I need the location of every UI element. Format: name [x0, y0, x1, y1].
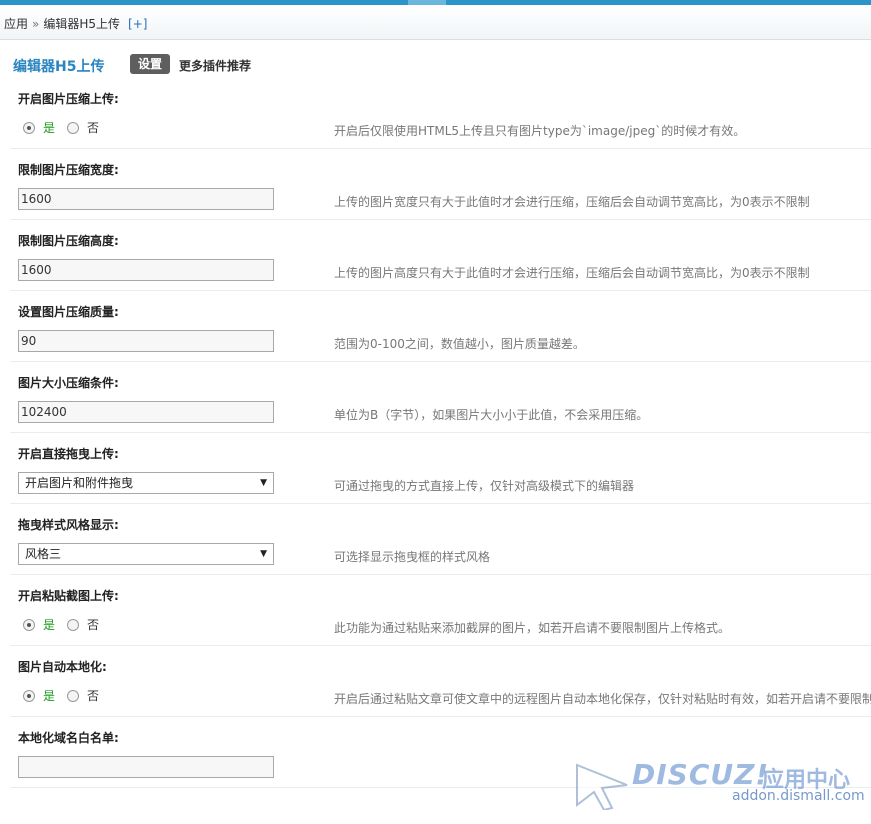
setting-field: 是否: [18, 685, 111, 705]
row-divider-right: [326, 432, 871, 433]
watermark-brand: DISCUZ!: [632, 758, 770, 791]
setting-label: 开启图片压缩上传:: [18, 92, 119, 106]
setting-hint: 上传的图片宽度只有大于此值时才会进行压缩，压缩后会自动调节宽高比，为0表示不限制: [334, 195, 810, 209]
breadcrumb-current: 编辑器H5上传: [43, 17, 121, 31]
watermark-logo: DISCUZ! 应用中心 addon.dismall.com: [572, 752, 865, 816]
radio-no-label[interactable]: 否: [87, 121, 99, 135]
settings-row: 开启直接拖曳上传: 开启图片和附件拖曳 ▼ 可通过拖曳的方式直接上传，仅针对高级模式下…: [0, 445, 871, 516]
setting-text-input[interactable]: 1600: [18, 188, 274, 210]
setting-field: 1600: [18, 259, 274, 281]
setting-label: 图片自动本地化:: [18, 660, 107, 674]
row-divider: [10, 290, 326, 291]
row-divider-right: [326, 148, 871, 149]
radio-no-label[interactable]: 否: [87, 618, 99, 632]
setting-radio-group: 是否: [18, 687, 111, 707]
setting-field: 102400: [18, 401, 274, 423]
setting-text-input[interactable]: [18, 756, 274, 778]
radio-yes[interactable]: [23, 618, 35, 631]
breadcrumb-separator: »: [32, 17, 40, 31]
setting-hint: 可通过拖曳的方式直接上传，仅针对高级模式下的编辑器: [334, 479, 635, 493]
radio-yes-label[interactable]: 是: [43, 618, 55, 632]
dropdown-arrow-icon: ▼: [260, 549, 267, 559]
row-divider-right: [326, 645, 871, 646]
row-divider-right: [326, 574, 871, 575]
settings-row: 限制图片压缩宽度: 1600 上传的图片宽度只有大于此值时才会进行压缩，压缩后会自动…: [0, 161, 871, 232]
select-value: 开启图片和附件拖曳: [25, 476, 134, 490]
page-title: 编辑器H5上传: [13, 59, 105, 75]
setting-field: 开启图片和附件拖曳 ▼: [18, 472, 274, 494]
setting-label: 开启粘贴截图上传:: [18, 589, 119, 603]
row-divider-right: [326, 716, 871, 717]
setting-label: 开启直接拖曳上传:: [18, 447, 119, 461]
settings-row: 设置图片压缩质量: 90 范围为0-100之间，数值越小，图片质量越差。: [0, 303, 871, 374]
setting-hint: 范围为0-100之间，数值越小，图片质量越差。: [334, 337, 585, 351]
row-divider-right: [326, 361, 871, 362]
setting-field: 风格三 ▼: [18, 543, 274, 565]
watermark-url: addon.dismall.com: [732, 788, 865, 804]
setting-select[interactable]: 风格三 ▼: [18, 543, 274, 565]
tab-settings[interactable]: 设置: [130, 54, 170, 74]
setting-hint: 可选择显示拖曳框的样式风格: [334, 550, 491, 564]
radio-no-label[interactable]: 否: [87, 689, 99, 703]
breadcrumb-bar: 应用 » 编辑器H5上传 [+]: [0, 5, 871, 40]
setting-hint: 开启后通过粘贴文章可使文章中的远程图片自动本地化保存，仅针对粘贴时有效，如若开启…: [334, 692, 871, 706]
setting-select[interactable]: 开启图片和附件拖曳 ▼: [18, 472, 274, 494]
row-divider-right: [326, 219, 871, 220]
setting-field: 是否: [18, 614, 111, 634]
row-divider: [10, 645, 326, 646]
row-divider-right: [326, 503, 871, 504]
setting-text-input[interactable]: 90: [18, 330, 274, 352]
row-divider: [10, 148, 326, 149]
setting-hint: 此功能为通过粘贴来添加截屏的图片，如若开启请不要限制图片上传格式。: [334, 621, 731, 635]
radio-yes[interactable]: [23, 121, 35, 134]
settings-row: 图片大小压缩条件: 102400 单位为B（字节），如果图片大小小于此值，不会采用压…: [0, 374, 871, 445]
radio-yes-label[interactable]: 是: [43, 121, 55, 135]
setting-text-input[interactable]: 1600: [18, 259, 274, 281]
setting-field: 是否: [18, 117, 111, 137]
setting-radio-group: 是否: [18, 616, 111, 636]
radio-yes[interactable]: [23, 689, 35, 702]
row-divider-right: [326, 290, 871, 291]
radio-no[interactable]: [67, 121, 80, 134]
row-divider: [10, 574, 326, 575]
setting-label: 图片大小压缩条件:: [18, 376, 119, 390]
radio-no[interactable]: [67, 689, 80, 702]
settings-row: 图片自动本地化: 是否开启后通过粘贴文章可使文章中的远程图片自动本地化保存，仅针对…: [0, 658, 871, 729]
tab-more-plugins[interactable]: 更多插件推荐: [179, 57, 251, 74]
radio-yes-label[interactable]: 是: [43, 689, 55, 703]
setting-label: 限制图片压缩高度:: [18, 234, 119, 248]
setting-label: 设置图片压缩质量:: [18, 305, 119, 319]
setting-label: 限制图片压缩宽度:: [18, 163, 119, 177]
setting-field: 1600: [18, 188, 274, 210]
breadcrumb: 应用 » 编辑器H5上传 [+]: [4, 15, 147, 32]
add-shortcut-link[interactable]: [+]: [128, 17, 147, 31]
setting-hint: 开启后仅限使用HTML5上传且只有图片type为`image/jpeg`的时候才…: [334, 124, 746, 138]
settings-row: 开启粘贴截图上传: 是否此功能为通过粘贴来添加截屏的图片，如若开启请不要限制图片上…: [0, 587, 871, 658]
row-divider: [10, 503, 326, 504]
row-divider: [10, 716, 326, 717]
breadcrumb-root-link[interactable]: 应用: [4, 17, 28, 31]
setting-hint: 上传的图片高度只有大于此值时才会进行压缩，压缩后会自动调节宽高比，为0表示不限制: [334, 266, 810, 280]
row-divider: [10, 219, 326, 220]
setting-label: 拖曳样式风格显示:: [18, 518, 119, 532]
row-divider: [10, 787, 326, 788]
settings-row: 限制图片压缩高度: 1600 上传的图片高度只有大于此值时才会进行压缩，压缩后会自动…: [0, 232, 871, 303]
settings-row: 拖曳样式风格显示: 风格三 ▼ 可选择显示拖曳框的样式风格: [0, 516, 871, 587]
title-bar: 编辑器H5上传 设置 更多插件推荐: [0, 40, 871, 84]
setting-field: 90: [18, 330, 274, 352]
row-divider: [10, 432, 326, 433]
setting-label: 本地化域名白名单:: [18, 731, 119, 745]
setting-hint: 单位为B（字节），如果图片大小小于此值，不会采用压缩。: [334, 408, 649, 422]
setting-text-input[interactable]: 102400: [18, 401, 274, 423]
settings-form: 微信 AppSecret:微信公众号--基本配置--获取开发者密码(AppSec…: [0, 84, 871, 824]
settings-row: 开启图片压缩上传: 是否开启后仅限使用HTML5上传且只有图片type为`imag…: [0, 90, 871, 161]
setting-radio-group: 是否: [18, 119, 111, 139]
select-value: 风格三: [25, 547, 62, 561]
row-divider: [10, 361, 326, 362]
radio-no[interactable]: [67, 618, 80, 631]
dropdown-arrow-icon: ▼: [260, 478, 267, 488]
setting-field: [18, 756, 274, 778]
